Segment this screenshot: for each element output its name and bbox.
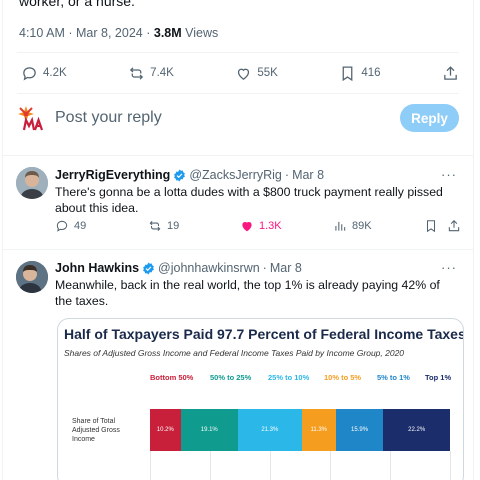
display-name[interactable]: John Hawkins [55,261,139,275]
gridline [450,451,451,480]
divider [3,249,473,250]
retweet-action[interactable]: 7.4K [128,65,174,82]
bar-segment: 11.3% [301,409,336,451]
reply-icon [23,66,36,80]
bar-value-label: 15.9% [351,427,369,433]
reply-date[interactable]: Mar 8 [292,168,324,182]
more-options-icon[interactable]: ··· [441,260,457,275]
verified-badge-icon [174,169,186,181]
bar-segment: 19.1% [180,409,238,451]
legend-item: 5% to 1% [377,373,410,382]
logo-icon [18,106,45,131]
reply-count: 49 [74,220,87,232]
avatar-photo [16,261,48,293]
gridline [390,451,391,480]
like-count: 55K [257,67,278,79]
reply-header: John Hawkins @johnhawkinsrwn · Mar 8 [55,261,302,275]
tweet-text-tail: worker, or a nurse. [19,0,135,9]
tweet-action-bar: 4.2K 7.4K 55K 416 [21,64,459,82]
retweet-count: 19 [167,220,180,232]
chart-row-label: Share of Total Adjusted Gross Income [72,418,120,443]
bar-segment: 10.2% [150,409,181,451]
chart-subtitle: Shares of Adjusted Gross Income and Fede… [64,348,405,358]
gridline [210,451,211,480]
stacked-bar: 10.2% 19.1% 21.3% 11.3% 15.9% 22.2% [150,409,450,451]
divider [3,155,473,156]
user-handle[interactable]: @johnhawkinsrwn [158,261,260,275]
reply-action[interactable]: 49 [55,219,86,233]
share-icon [444,65,457,80]
reply-count: 4.2K [43,67,67,79]
tweet-time[interactable]: 4:10 AM [19,26,65,40]
share-action[interactable] [447,219,461,233]
reply-text: There's gonna be a lotta dudes with a $8… [55,185,443,215]
bookmark-icon [342,65,353,81]
reply-date[interactable]: Mar 8 [270,261,302,275]
bar-segment: 21.3% [237,409,302,451]
display-name[interactable]: JerryRigEverything [55,168,170,182]
divider [17,93,459,94]
bookmark-icon [426,220,436,233]
views-count: 3.8M [153,26,182,40]
bar-segment: 15.9% [335,409,384,451]
avatar[interactable] [16,261,48,293]
heart-icon [238,68,250,80]
bar-value-label: 21.3% [261,427,279,433]
user-avatar-logo [17,105,47,131]
attached-chart-image[interactable]: Half of Taxpayers Paid 97.7 Percent of F… [57,318,464,480]
retweet-count: 7.4K [150,67,174,79]
thread-column: worker, or a nurse. 4:10 AM · Mar 8, 202… [2,0,474,480]
views-label: Views [185,26,219,40]
bookmark-action[interactable]: 416 [339,65,381,82]
views-icon [335,221,346,231]
bookmark-count: 416 [361,67,381,79]
header-separator: · [262,261,267,275]
share-action[interactable] [442,65,459,82]
verified-badge-icon [143,262,154,274]
like-action[interactable]: 55K [235,65,278,82]
reply-header: JerryRigEverything @ZacksJerryRig · Mar … [55,168,324,182]
like-action[interactable]: 1.3K [240,219,282,233]
tweet-date[interactable]: Mar 8, 2024 [76,26,143,40]
bar-segment: 22.2% [383,409,450,451]
legend-item: 25% to 10% [268,373,310,382]
reply-composer: Post your reply Reply [17,100,459,136]
header-separator: · [284,168,290,182]
like-count: 1.3K [259,220,282,232]
bar-value-label: 19.1% [200,427,218,433]
bar-value-label: 10.2% [156,427,174,433]
avatar[interactable] [16,167,48,199]
meta-separator: · [146,26,151,40]
reply-input[interactable]: Post your reply [55,109,400,127]
heart-filled-icon [242,222,252,232]
legend-item: 10% to 5% [324,373,362,382]
reply-action[interactable]: 4.2K [21,65,67,82]
reply-icon [56,220,68,232]
meta-separator: · [68,26,73,40]
legend-item: Top 1% [425,373,452,382]
views-action[interactable]: 89K [333,219,372,233]
retweet-action[interactable]: 19 [148,219,179,233]
tweet-meta: 4:10 AM · Mar 8, 2024 · 3.8M Views [19,26,218,40]
reply-text: Meanwhile, back in the real world, the t… [55,278,440,308]
divider [17,52,459,53]
share-icon [448,220,460,232]
more-options-icon[interactable]: ··· [441,167,457,182]
retweet-icon [130,66,144,80]
avatar-photo [16,167,48,199]
bookmark-action[interactable] [424,219,438,233]
user-handle[interactable]: @ZacksJerryRig [189,168,282,182]
gridline [150,451,151,480]
gridline [330,451,331,480]
gridline [270,451,271,480]
bar-value-label: 11.3% [310,427,328,433]
legend-item: Bottom 50% [150,373,194,382]
bar-value-label: 22.2% [408,427,426,433]
views-count: 89K [352,220,372,232]
retweet-icon [149,220,161,232]
chart-title: Half of Taxpayers Paid 97.7 Percent of F… [64,326,464,342]
legend-item: 50% to 25% [210,373,252,382]
reply-button[interactable]: Reply [400,104,459,132]
